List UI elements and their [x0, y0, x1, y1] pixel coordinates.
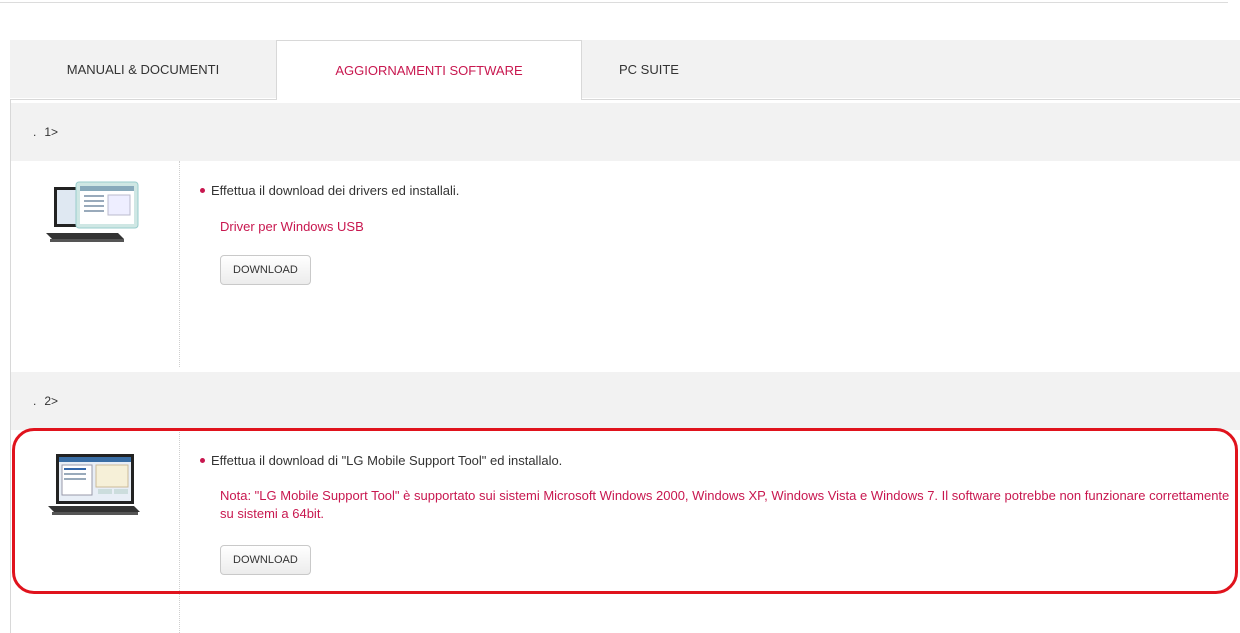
step-1-header: . 1> — [11, 103, 1240, 161]
step-1-instruction: Effettua il download dei drivers ed inst… — [200, 183, 459, 198]
step-2-header: . 2> — [11, 372, 1240, 430]
tab-bar: MANUALI & DOCUMENTI AGGIORNAMENTI SOFTWA… — [10, 40, 1240, 100]
download-driver-button[interactable]: DOWNLOAD — [220, 255, 311, 285]
step-1-instruction-text: Effettua il download dei drivers ed inst… — [211, 183, 460, 198]
step-1-marker: 1> — [44, 125, 59, 139]
laptop-driver-icon — [46, 181, 139, 242]
tab-manuals[interactable]: MANUALI & DOCUMENTI — [10, 40, 276, 98]
dot-icon: . — [33, 394, 37, 408]
tab-software-updates[interactable]: AGGIORNAMENTI SOFTWARE — [276, 40, 582, 100]
top-rule — [0, 2, 1228, 3]
highlight-ring — [12, 428, 1238, 594]
column-divider — [179, 161, 180, 367]
step-2-marker: 2> — [44, 394, 59, 408]
driver-usb-link[interactable]: Driver per Windows USB — [220, 219, 364, 234]
dot-icon: . — [33, 125, 37, 139]
bullet-icon — [200, 188, 205, 193]
tab-pc-suite[interactable]: PC SUITE — [582, 40, 1240, 98]
